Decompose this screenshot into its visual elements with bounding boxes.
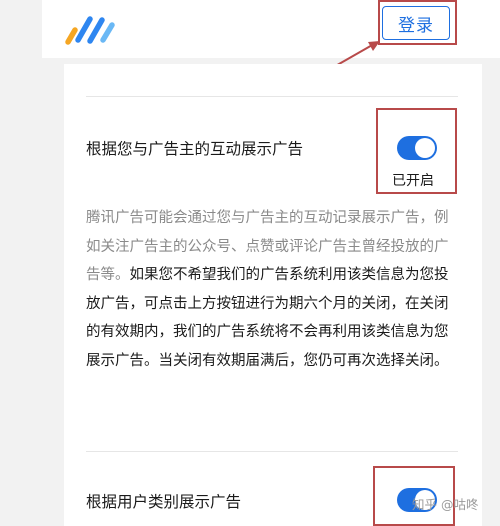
user-category-ads-label: 根据用户类别展示广告: [86, 493, 242, 511]
toggle-annotation-box: [376, 108, 457, 194]
ad-description-text: 腾讯广告可能会通过您与广告主的互动记录展示广告，例如关注广告主的公众号、点赞或评…: [86, 204, 460, 376]
section-divider: [86, 96, 458, 97]
interaction-ads-label: 根据您与广告主的互动展示广告: [86, 140, 304, 158]
watermark-text: 知乎 @咕咚: [412, 497, 479, 512]
description-main-text: 如果您不希望我们的广告系统利用该类信息为您投放广告，可点击上方按钮进行为期六个月…: [86, 267, 449, 369]
section-divider: [86, 451, 458, 452]
app-logo-icon: [65, 16, 115, 45]
